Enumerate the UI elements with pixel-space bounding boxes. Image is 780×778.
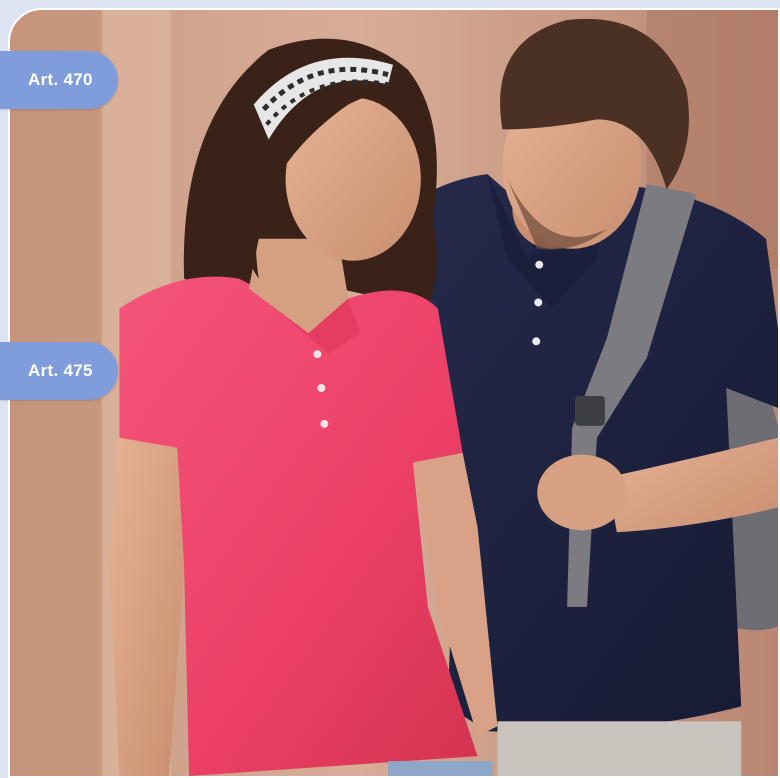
article-badge-475: Art. 475 xyxy=(0,342,118,400)
product-photo xyxy=(10,10,778,776)
page-frame: Art. 470 Art. 475 xyxy=(0,0,780,778)
man-hand xyxy=(537,454,627,531)
strap-buckle xyxy=(575,395,605,426)
woman-jeans xyxy=(388,761,493,776)
article-badge-475-label: Art. 475 xyxy=(28,361,93,380)
product-photo-card xyxy=(8,8,780,778)
article-badge-470: Art. 470 xyxy=(0,51,118,109)
article-badge-470-label: Art. 470 xyxy=(28,70,93,89)
man-jeans xyxy=(497,721,742,776)
